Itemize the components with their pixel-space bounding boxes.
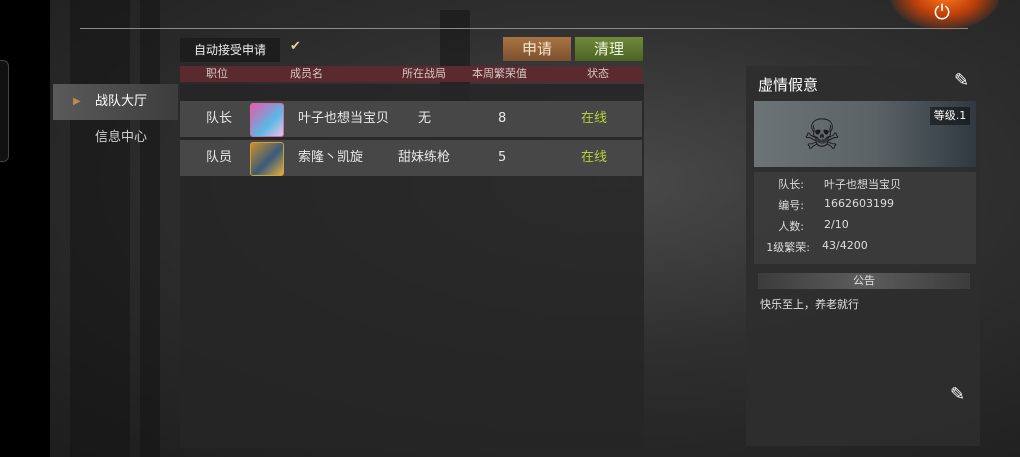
team-info-card: 虚情假意 ✎ ☠ 等级.1 队长: 叶子也想当宝贝 编号: 1662603199… <box>746 66 980 446</box>
device-edge <box>0 60 9 162</box>
member-status: 在线 <box>581 150 608 165</box>
background-tree <box>140 0 160 457</box>
member-name: 索隆丶凯旋 <box>298 150 364 165</box>
edit-notice-icon[interactable]: ✎ <box>950 384 972 406</box>
avatar[interactable] <box>250 142 284 176</box>
team-name: 虚情假意 <box>758 76 819 94</box>
team-level-badge: 等级.1 <box>930 107 970 125</box>
member-match: 无 <box>418 111 432 126</box>
notice-title: 公告 <box>758 273 970 289</box>
captain-label: 队长: <box>778 178 804 191</box>
sidebar-item-label: 战队大厅 <box>95 94 148 109</box>
top-divider <box>80 28 968 29</box>
id-value: 1662603199 <box>824 197 894 210</box>
avatar[interactable] <box>250 103 284 137</box>
member-role: 队长 <box>206 111 233 126</box>
edit-icon[interactable]: ✎ <box>954 70 976 92</box>
member-name: 叶子也想当宝贝 <box>298 111 390 126</box>
member-prosperity: 5 <box>498 150 507 165</box>
column-header-prosperity: 本周繁荣值 <box>472 67 527 80</box>
id-label: 编号: <box>778 199 804 212</box>
apply-button[interactable]: 申请 <box>503 37 571 61</box>
skull-emblem-icon: ☠ <box>803 110 841 159</box>
table-row[interactable]: 队员 索隆丶凯旋 甜妹练枪 5 在线 <box>180 140 642 176</box>
background-tree <box>70 0 130 457</box>
members-value: 2/10 <box>824 218 849 231</box>
table-row[interactable]: 队长 叶子也想当宝贝 无 8 在线 <box>180 101 642 137</box>
sidebar-item-team-hall[interactable]: ▶ 战队大厅 <box>53 84 178 120</box>
auto-accept-checkbox[interactable]: ✔ <box>290 40 304 54</box>
member-prosperity: 8 <box>498 111 507 126</box>
sidebar-item-label: 信息中心 <box>95 130 148 145</box>
team-banner: ☠ 等级.1 <box>754 101 976 167</box>
notice-text: 快乐至上，养老就行 <box>760 298 859 311</box>
prosperity-label: 1级繁荣: <box>766 241 810 254</box>
prosperity-value: 43/4200 <box>822 239 868 252</box>
member-role: 队员 <box>206 150 233 165</box>
team-details: 队长: 叶子也想当宝贝 编号: 1662603199 人数: 2/10 1级繁荣… <box>754 172 976 264</box>
members-label: 人数: <box>778 220 804 233</box>
captain-value: 叶子也想当宝贝 <box>824 178 901 191</box>
member-status: 在线 <box>581 111 608 126</box>
column-header-match: 所在战局 <box>402 67 446 80</box>
member-table-header: 职位 成员名 所在战局 本周繁荣值 状态 <box>180 66 642 82</box>
column-header-role: 职位 <box>206 67 228 80</box>
member-match: 甜妹练枪 <box>398 150 451 165</box>
sidebar-item-info-center[interactable]: 信息中心 <box>53 120 178 156</box>
column-header-status: 状态 <box>587 67 609 80</box>
power-icon[interactable]: ⏻ <box>930 0 954 24</box>
column-header-member: 成员名 <box>290 67 323 80</box>
member-list-panel <box>180 84 644 448</box>
auto-accept-label: 自动接受申请 <box>180 38 280 62</box>
clear-button[interactable]: 清理 <box>575 37 643 61</box>
triangle-right-icon: ▶ <box>73 96 81 107</box>
